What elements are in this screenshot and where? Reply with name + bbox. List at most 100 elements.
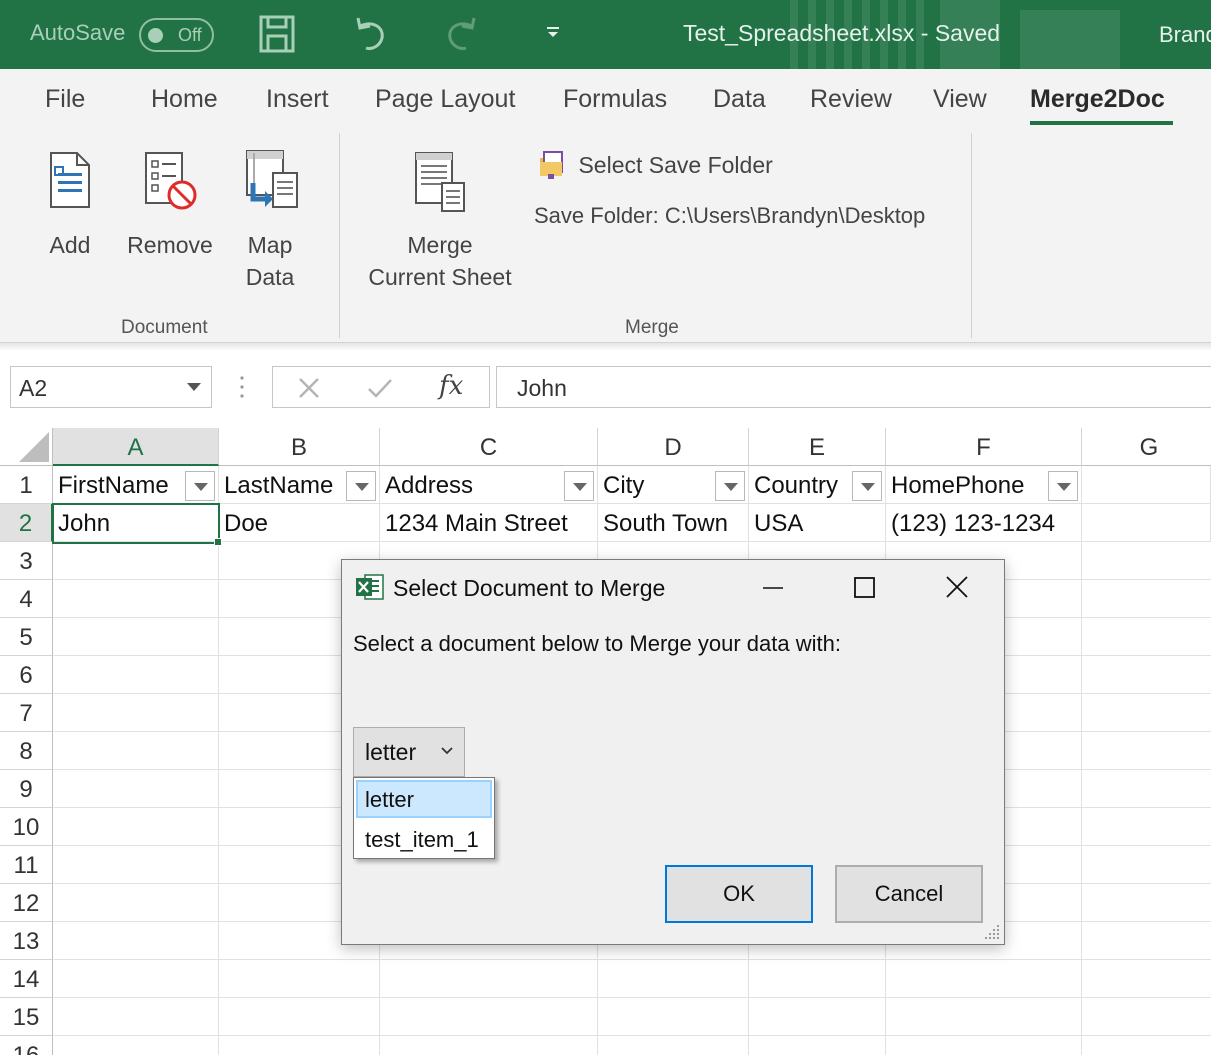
list-item[interactable]: test_item_1 xyxy=(356,820,492,858)
document-select[interactable]: letter xyxy=(353,727,465,777)
select-document-dialog: Select Document to Merge Select a docume… xyxy=(341,559,1005,945)
column-header-g[interactable]: G xyxy=(1082,428,1211,466)
document-title: Test_Spreadsheet.xlsx - Saved xyxy=(683,20,1001,46)
tab-home[interactable]: Home xyxy=(151,85,218,114)
filter-dropdown-button[interactable] xyxy=(1048,471,1078,501)
fill-handle[interactable] xyxy=(214,538,222,546)
name-box[interactable]: A2 xyxy=(10,366,212,408)
row-header[interactable]: 2 xyxy=(0,504,53,542)
chevron-down-icon[interactable] xyxy=(440,746,454,756)
row-header[interactable]: 14 xyxy=(0,960,53,998)
save-icon[interactable] xyxy=(258,14,296,54)
filter-dropdown-button[interactable] xyxy=(346,471,376,501)
customize-toolbar-icon[interactable] xyxy=(545,26,561,40)
row-header[interactable]: 4 xyxy=(0,580,53,618)
map-label-line2: Data xyxy=(245,264,295,290)
formula-value: John xyxy=(517,375,567,401)
add-button[interactable]: Add xyxy=(34,149,106,261)
row-header[interactable]: 6 xyxy=(0,656,53,694)
undo-icon[interactable] xyxy=(352,14,388,54)
cell[interactable] xyxy=(1082,466,1211,504)
list-item[interactable]: letter xyxy=(356,780,492,818)
autosave-state: Off xyxy=(178,25,202,45)
cell-e2[interactable]: USA xyxy=(749,504,886,542)
filter-dropdown-button[interactable] xyxy=(185,471,215,501)
map-data-button[interactable]: Map Data xyxy=(232,149,308,293)
header-firstname: FirstName xyxy=(58,472,169,499)
ribbon-tabs: File Home Insert Page Layout Formulas Da… xyxy=(0,69,1211,131)
resize-grip-icon[interactable] xyxy=(981,921,1001,941)
filter-dropdown-button[interactable] xyxy=(852,471,882,501)
merge-label-line1: Merge xyxy=(407,232,473,258)
tab-review[interactable]: Review xyxy=(810,85,892,114)
column-header-d[interactable]: D xyxy=(598,428,749,466)
cell-d2[interactable]: South Town xyxy=(598,504,749,542)
formula-bar-resize-handle[interactable] xyxy=(240,375,244,399)
maximize-icon[interactable] xyxy=(842,570,886,606)
insert-function-icon[interactable]: fx xyxy=(439,371,463,401)
select-all-triangle xyxy=(19,432,49,462)
redo-icon[interactable] xyxy=(444,14,480,54)
merge-current-sheet-button[interactable]: Merge Current Sheet xyxy=(362,149,518,293)
ribbon-shadow xyxy=(0,343,1211,351)
row-header[interactable]: 1 xyxy=(0,466,53,504)
row-header[interactable]: 10 xyxy=(0,808,53,846)
folder-icon xyxy=(540,151,563,179)
formula-input[interactable]: John xyxy=(496,366,1211,408)
row-header[interactable]: 16 xyxy=(0,1036,53,1055)
filter-dropdown-button[interactable] xyxy=(715,471,745,501)
remove-button[interactable]: Remove xyxy=(124,149,216,261)
add-label: Add xyxy=(49,232,91,258)
tab-page-layout[interactable]: Page Layout xyxy=(375,85,515,114)
cell-c2[interactable]: 1234 Main Street xyxy=(380,504,598,542)
row-header[interactable]: 7 xyxy=(0,694,53,732)
select-save-folder-button[interactable]: Select Save Folder xyxy=(538,149,773,181)
select-all-button[interactable] xyxy=(0,428,53,466)
row-header[interactable]: 5 xyxy=(0,618,53,656)
save-folder-path: Save Folder: C:\Users\Brandyn\Desktop xyxy=(534,203,926,228)
remove-document-icon xyxy=(145,152,197,210)
chevron-down-icon[interactable] xyxy=(187,383,201,391)
tab-formulas[interactable]: Formulas xyxy=(563,85,667,114)
active-tab-indicator xyxy=(1030,121,1173,125)
row-header[interactable]: 8 xyxy=(0,732,53,770)
column-header-f[interactable]: F xyxy=(886,428,1082,466)
filter-dropdown-button[interactable] xyxy=(564,471,594,501)
user-name[interactable]: Brandyn xyxy=(1159,22,1211,48)
header-city: City xyxy=(603,472,645,499)
cell-f2[interactable]: (123) 123-1234 xyxy=(886,504,1082,542)
tab-view[interactable]: View xyxy=(933,85,987,114)
cancel-button[interactable]: Cancel xyxy=(835,865,983,923)
merge-sheet-icon xyxy=(415,152,465,212)
column-header-c[interactable]: C xyxy=(380,428,598,466)
column-header-b[interactable]: B xyxy=(219,428,380,466)
add-document-icon xyxy=(50,152,90,208)
row-header[interactable]: 13 xyxy=(0,922,53,960)
document-group-label: Document xyxy=(121,317,208,338)
map-label-line1: Map xyxy=(247,232,293,258)
row-header[interactable]: 9 xyxy=(0,770,53,808)
row-header[interactable]: 3 xyxy=(0,542,53,580)
tab-merge2doc[interactable]: Merge2Doc xyxy=(1030,85,1165,114)
cancel-icon[interactable] xyxy=(297,376,321,400)
close-icon[interactable] xyxy=(935,570,979,606)
tab-file[interactable]: File xyxy=(45,85,85,114)
column-header-a[interactable]: A xyxy=(53,428,219,466)
tab-data[interactable]: Data xyxy=(713,85,766,114)
row-header[interactable]: 15 xyxy=(0,998,53,1036)
tab-insert[interactable]: Insert xyxy=(266,85,329,114)
enter-check-icon[interactable] xyxy=(367,376,393,400)
autosave-toggle[interactable]: Off xyxy=(139,18,214,52)
cell-g2[interactable] xyxy=(1082,504,1211,542)
row-header[interactable]: 12 xyxy=(0,884,53,922)
excel-icon xyxy=(356,574,384,600)
ok-button[interactable]: OK xyxy=(665,865,813,923)
cell-b2[interactable]: Doe xyxy=(219,504,380,542)
column-header-e[interactable]: E xyxy=(749,428,886,466)
header-homephone: HomePhone xyxy=(891,472,1025,499)
dialog-title: Select Document to Merge xyxy=(393,575,666,601)
merge-label-line2: Current Sheet xyxy=(368,264,512,290)
header-lastname: LastName xyxy=(224,472,334,499)
minimize-icon[interactable] xyxy=(750,570,794,606)
row-header[interactable]: 11 xyxy=(0,846,53,884)
